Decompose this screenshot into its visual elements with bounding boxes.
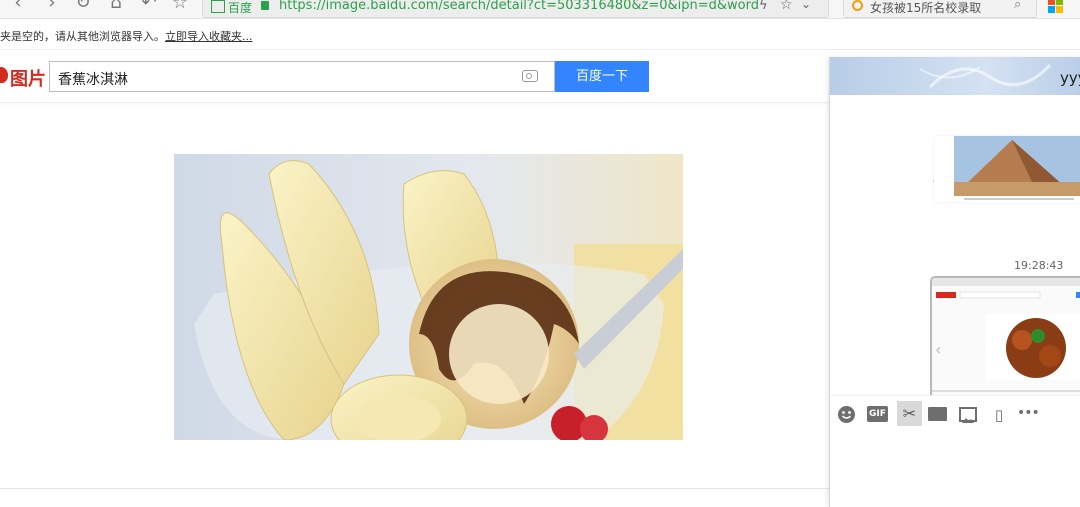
- browser-toolbar: ‹ › ↻ ⌂ ↶ ☆ 百度 https://image.baidu.com/s…: [0, 0, 1080, 19]
- windows-logo-icon[interactable]: [1048, 0, 1064, 14]
- chat-messages[interactable]: ‹ 19:28:43: [830, 95, 1080, 404]
- message-timestamp: 19:28:43: [1014, 259, 1064, 272]
- url-text[interactable]: https://image.baidu.com/search/detail?ct…: [279, 0, 759, 13]
- undo-icon[interactable]: ↶: [140, 0, 158, 12]
- browser-search-text[interactable]: 女孩被15所名校录取: [870, 0, 981, 16]
- content-divider: [0, 488, 830, 489]
- search-input[interactable]: 香蕉冰淇淋: [49, 61, 555, 92]
- shake-icon[interactable]: ▯: [988, 405, 1010, 425]
- screenshot-thumbnail: [932, 278, 1080, 402]
- import-bookmarks-link[interactable]: 立即导入收藏夹...: [165, 28, 253, 44]
- search-button[interactable]: 百度一下: [555, 61, 649, 92]
- lock-icon: [261, 1, 269, 10]
- main-image[interactable]: [174, 154, 683, 440]
- chat-header: yyy: [830, 57, 1080, 95]
- address-bar[interactable]: 百度 https://image.baidu.com/search/detail…: [202, 0, 829, 18]
- image-message-screenshot[interactable]: [930, 276, 1080, 404]
- more-icon[interactable]: •••: [1017, 406, 1041, 420]
- site-icon: [211, 0, 225, 13]
- refresh-icon[interactable]: ↻: [74, 0, 92, 12]
- banana-ice-cream-image: [174, 154, 683, 440]
- search-query-text[interactable]: 香蕉冰淇淋: [58, 69, 128, 89]
- search-icon[interactable]: ⌕: [1014, 0, 1021, 12]
- logo-tile: [1048, 6, 1055, 13]
- back-icon[interactable]: ‹: [9, 0, 27, 12]
- logo-text: 图片: [10, 69, 46, 90]
- bookmark-star-icon[interactable]: ☆: [780, 0, 793, 13]
- contact-name: yyy: [1060, 69, 1080, 87]
- logo-tile: [1056, 0, 1063, 5]
- bookmark-message: 夹是空的，请从其他浏览器导入。: [0, 30, 165, 43]
- search-engine-icon: [852, 0, 863, 11]
- header-divider: [0, 102, 830, 103]
- logo-tile: [1056, 6, 1063, 13]
- chevron-down-icon[interactable]: ⌄: [801, 0, 811, 11]
- bookmark-bar: 夹是空的，请从其他浏览器导入。 立即导入收藏夹...: [0, 19, 1080, 50]
- pyramid-thumbnail: [934, 136, 1080, 202]
- site-badge: 百度: [211, 0, 253, 15]
- chat-panel: yyy ‹ 19:28:43: [829, 57, 1080, 507]
- favorite-star-icon[interactable]: ☆: [171, 0, 189, 12]
- home-icon[interactable]: ⌂: [107, 0, 125, 12]
- logo-tile: [1048, 0, 1055, 5]
- paw-icon: [0, 67, 8, 83]
- scissors-icon[interactable]: ✂: [897, 401, 922, 426]
- lightning-icon[interactable]: ϟ: [759, 0, 768, 13]
- emoji-icon[interactable]: [838, 406, 855, 423]
- forward-icon[interactable]: ›: [43, 0, 61, 12]
- image-message-pyramid[interactable]: [934, 136, 1080, 202]
- header-decoration: [920, 63, 1052, 89]
- image-glyph: [962, 418, 974, 423]
- emoji-face: [841, 411, 852, 419]
- image-icon[interactable]: [959, 407, 977, 423]
- chevron-left-icon[interactable]: ‹: [935, 340, 941, 359]
- gif-icon[interactable]: GIF: [867, 406, 888, 422]
- camera-icon[interactable]: [522, 70, 538, 82]
- site-label: 百度: [228, 1, 253, 15]
- folder-icon[interactable]: [928, 407, 947, 421]
- chat-toolbar: GIF ✂ ▯ •••: [830, 395, 1080, 430]
- browser-search-box[interactable]: 女孩被15所名校录取 ⌕: [843, 0, 1037, 18]
